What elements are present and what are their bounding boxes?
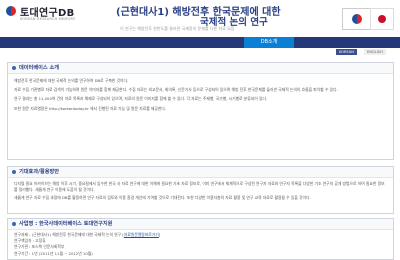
bullet-icon [12, 222, 16, 226]
section-db-intro: 데이터베이스 소개 해방전후 한국문제에 대한 국제적 논의를 연구하여 DB로… [7, 62, 394, 160]
section-title: 사업명 : 한국사데이터베이스 토대연구지원 [19, 221, 113, 227]
intro-paragraph-2: 자료 수집 기관별로 자료 검색이 가능하며 원문 이미지를 함께 제공한다. … [14, 87, 338, 93]
section-title: 기대효과/활용방안 [19, 169, 60, 175]
site-link[interactable]: 자료원문열람바로가기 [124, 232, 159, 237]
goal-paragraph-1: 디지털 필요 아카이브는 해방 이후 시기, 중요질에서 입수한 한국 사 자료… [14, 181, 385, 193]
flags-illustration [342, 8, 394, 32]
nav-bar [0, 37, 400, 48]
section-header: 기대효과/활용방안 [8, 167, 393, 178]
logo-subtitle: KOREAN RESEARCH MEMORY [20, 17, 76, 21]
section-header: 사업명 : 한국사데이터베이스 토대연구지원 [8, 219, 393, 230]
logo-icon[interactable] [6, 6, 16, 16]
section-expected-effects: 기대효과/활용방안 디지털 필요 아카이브는 해방 이후 시기, 중요질에서 입… [7, 166, 394, 214]
section-title: 데이터베이스 소개 [19, 65, 59, 71]
header-description: 이 연구는 해방전후 한반도를 둘러싼 국제정치 문제를 다룬 자료 모음 [120, 26, 235, 31]
japanese-flag-icon [370, 8, 394, 30]
intro-paragraph-1: 해방전후 한국문제에 대한 국제적 논의를 연구하여 DB로 구축한 것이다. [14, 78, 129, 83]
tab-db-intro[interactable]: DB소개 [244, 37, 294, 48]
goal-paragraph-2: 새롭게 연구 자료 수집 과정에 DB를 활용하면 연구 자료의 검토와 이용 … [14, 195, 311, 201]
section-header: 데이터베이스 소개 [8, 63, 393, 74]
intro-paragraph-4: 또한 원문 자료열람은 http://koreantoday.kr 에서 진행된… [14, 105, 167, 111]
project-research-title: 연구과제 : (근현대사1) 해방전후 한국문제에 대한 국제적 논의 연구 [14, 232, 122, 237]
lang-korean-button[interactable]: KOREAN [336, 49, 357, 55]
project-line-4: 연구기간 : 1년 (2011년 11월 ~ 2012년 10월) [14, 250, 93, 256]
intro-paragraph-3: 연구 결과는 총 11,000여 건의 자료 목록과 해제로 구성되어 있으며,… [14, 96, 268, 102]
section-project-info: 사업명 : 한국사데이터베이스 토대연구지원 연구과제 : (근현대사1) 해방… [7, 218, 394, 260]
bullet-icon [12, 66, 16, 70]
lang-english-button[interactable]: ENGLISH [364, 49, 386, 55]
header: 토대연구DB KOREAN RESEARCH MEMORY (근현대사1) 해방… [0, 0, 400, 37]
korean-flag-icon [342, 8, 372, 30]
bullet-icon [12, 170, 16, 174]
